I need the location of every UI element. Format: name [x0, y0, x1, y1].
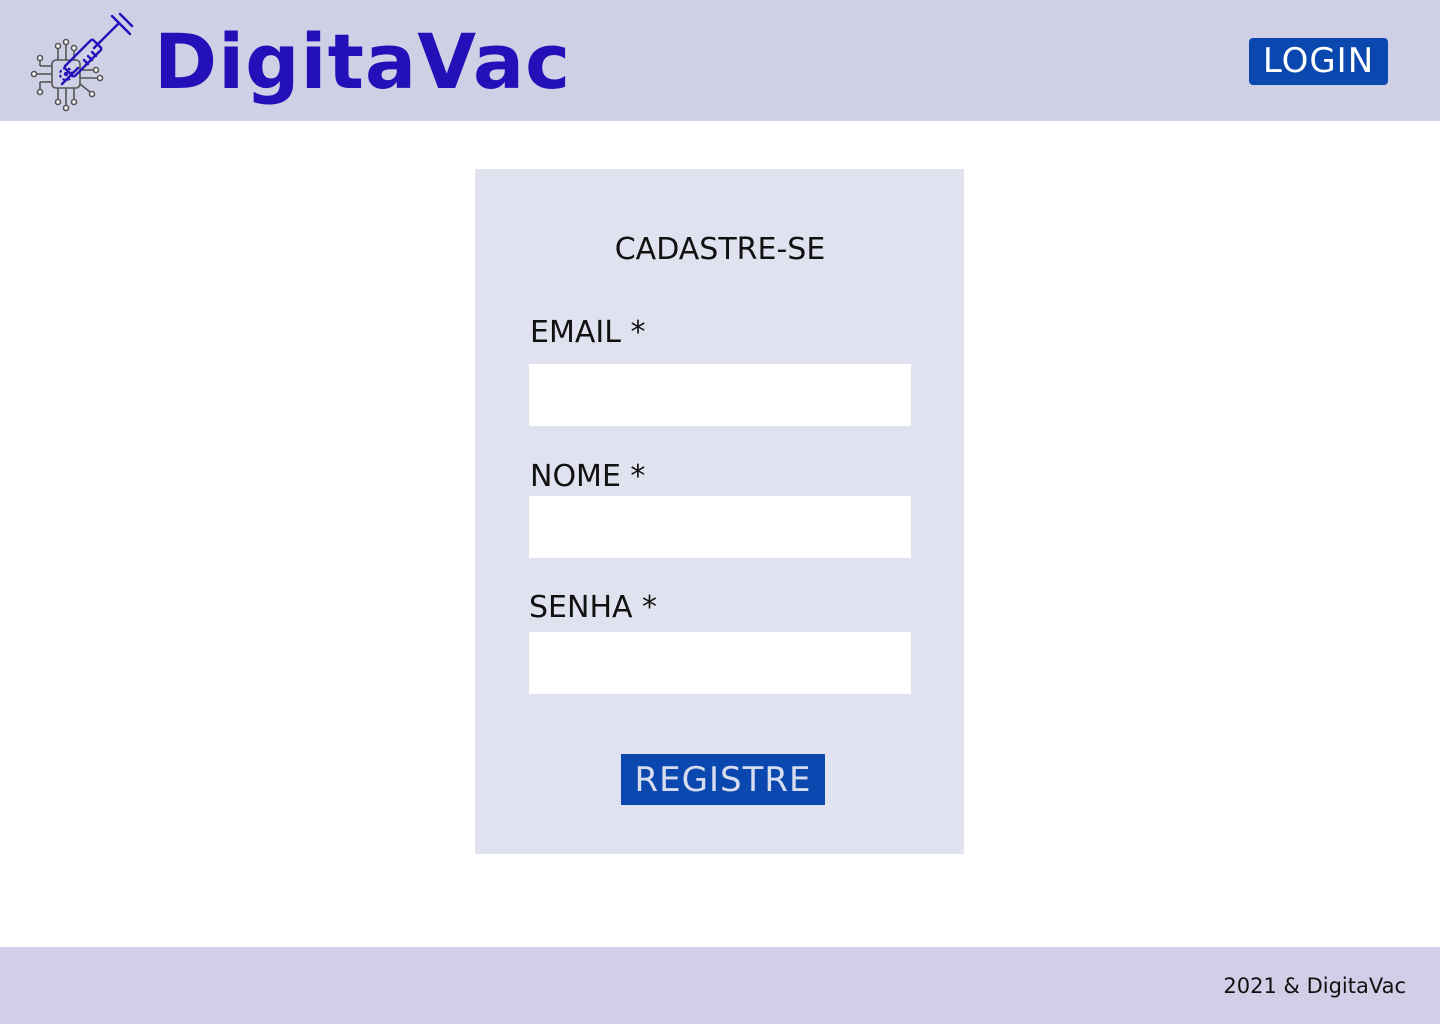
syringe-chip-icon [30, 8, 140, 116]
password-label: SENHA * [529, 590, 658, 625]
email-field[interactable] [529, 364, 911, 426]
footer-copyright: 2021 & DigitaVac [1223, 974, 1406, 998]
register-button[interactable]: REGISTRE [621, 754, 825, 805]
top-header: DigitaVac LOGIN [0, 0, 1440, 121]
brand-name: DigitaVac [154, 17, 572, 106]
form-title: CADASTRE-SE [614, 232, 826, 267]
name-label: NOME * [530, 459, 646, 494]
page-footer: 2021 & DigitaVac [0, 947, 1440, 1024]
email-label: EMAIL * [530, 315, 646, 350]
login-button[interactable]: LOGIN [1249, 38, 1388, 85]
name-field[interactable] [529, 496, 911, 558]
password-field[interactable] [529, 632, 911, 694]
